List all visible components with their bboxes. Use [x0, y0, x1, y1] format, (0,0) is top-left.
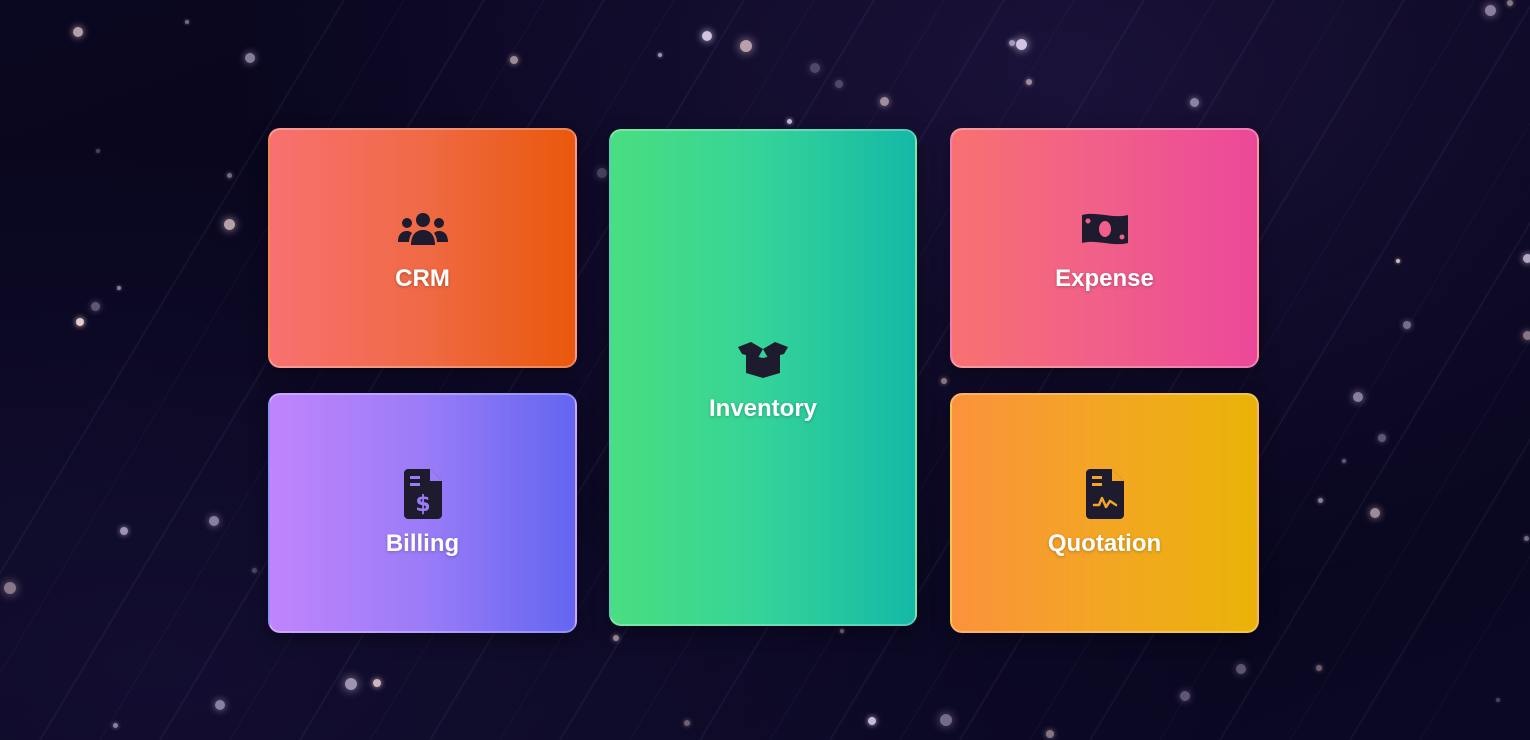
- background-particle: [1015, 38, 1027, 50]
- background-particle: [702, 31, 712, 41]
- background-particle: [840, 629, 844, 633]
- quotation-tile[interactable]: Quotation: [950, 393, 1259, 633]
- billing-tile[interactable]: $ Billing: [268, 393, 577, 633]
- expense-tile[interactable]: Expense: [950, 128, 1259, 368]
- money-bill-icon: [1079, 203, 1131, 255]
- background-particle: [1370, 508, 1380, 518]
- background-particle: [1189, 97, 1199, 107]
- background-particle: [373, 679, 381, 687]
- background-particle: [1484, 4, 1496, 16]
- background-particle: [940, 714, 952, 726]
- background-particle: [1316, 665, 1322, 671]
- background-particle: [1342, 459, 1346, 463]
- background-particle: [226, 172, 232, 178]
- inventory-label: Inventory: [708, 394, 818, 422]
- background-particle: [879, 96, 889, 106]
- open-box-icon: [737, 333, 789, 385]
- background-particle: [1180, 691, 1190, 701]
- svg-text:$: $: [415, 492, 430, 517]
- inventory-tile[interactable]: Inventory: [609, 129, 917, 626]
- background-particle: [223, 218, 235, 230]
- background-particle: [1378, 434, 1386, 442]
- background-particle: [185, 20, 189, 24]
- background-particle: [1522, 253, 1530, 263]
- background-particle: [810, 63, 820, 73]
- background-particle: [209, 516, 219, 526]
- background-particle: [1507, 0, 1513, 6]
- background-particle: [941, 378, 947, 384]
- background-particle: [1317, 497, 1323, 503]
- background-particle: [251, 567, 257, 573]
- background-particle: [658, 53, 662, 57]
- background-particle: [96, 149, 100, 153]
- expense-label: Expense: [1055, 265, 1154, 292]
- background-particle: [1523, 535, 1529, 541]
- background-particle: [613, 635, 619, 641]
- background-particle: [4, 582, 16, 594]
- background-particle: [1353, 392, 1363, 402]
- background-particle: [1403, 321, 1411, 329]
- background-particle: [1396, 259, 1400, 263]
- users-icon: [397, 203, 449, 255]
- signed-document-icon: [1079, 468, 1131, 520]
- background-particle: [245, 53, 255, 63]
- background-particle: [90, 301, 100, 311]
- background-particle: [345, 678, 357, 690]
- invoice-dollar-icon: $: [397, 468, 449, 520]
- background-particle: [76, 318, 84, 326]
- background-particle: [1046, 730, 1054, 738]
- background-particle: [1522, 330, 1530, 340]
- billing-label: Billing: [385, 530, 460, 557]
- background-particle: [117, 286, 121, 290]
- background-particle: [510, 56, 518, 64]
- background-particle: [73, 27, 83, 37]
- quotation-label: Quotation: [1047, 530, 1162, 557]
- background-particle: [835, 80, 843, 88]
- background-particle: [1236, 664, 1246, 674]
- background-particle: [1026, 79, 1032, 85]
- background-particle: [112, 722, 118, 728]
- background-particle: [597, 168, 607, 178]
- background-particle: [740, 40, 752, 52]
- background-particle: [1496, 698, 1500, 702]
- background-particle: [868, 717, 876, 725]
- background-particle: [215, 700, 225, 710]
- crm-tile[interactable]: CRM: [268, 128, 577, 368]
- app-background: CRM $ Billing Inventory Expense Quotatio…: [0, 0, 1530, 740]
- background-particle: [684, 720, 690, 726]
- background-particle: [120, 527, 128, 535]
- background-particle: [1009, 40, 1015, 46]
- crm-label: CRM: [395, 265, 450, 292]
- background-particle: [786, 118, 792, 124]
